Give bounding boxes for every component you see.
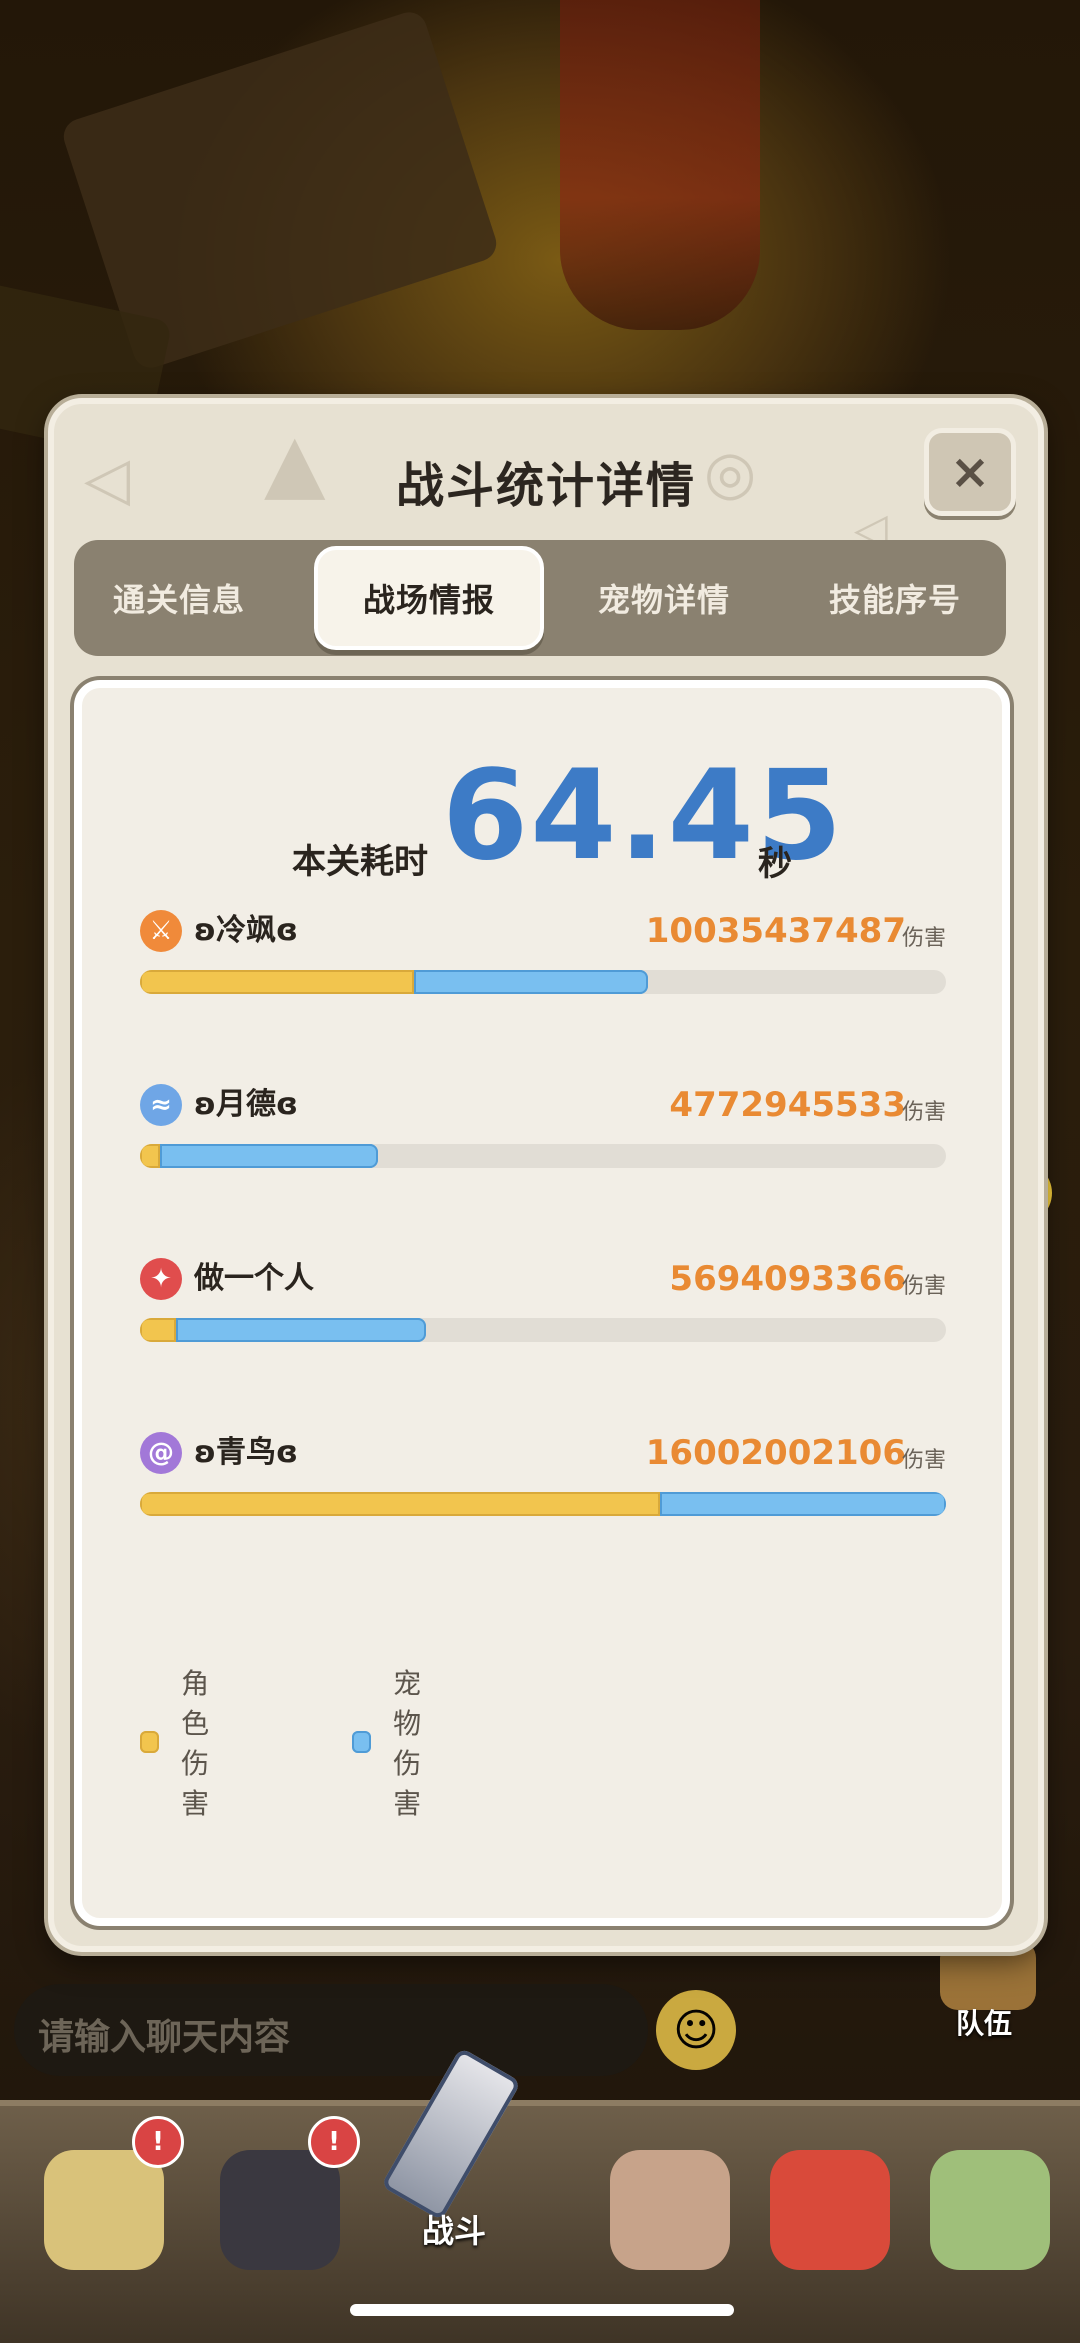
player-damage: 4772945533 bbox=[669, 1085, 906, 1125]
player-name: 做一个人 bbox=[194, 1261, 314, 1296]
stats-panel: 本关耗时 64.45 秒 ⚔ ʚ冷飒ɞ 10035437487 伤害 ≈ ʚ月德… bbox=[74, 680, 1010, 1926]
character-avatar bbox=[220, 2150, 340, 2270]
close-button[interactable]: × bbox=[924, 428, 1016, 516]
battle-stats-dialog: ◁ ▲ ◎ ◁ 战斗统计详情 × 通关信息 战场情报 宠物详情 技能序号 本关耗… bbox=[48, 398, 1044, 1952]
nav-battle-label: 战斗 bbox=[422, 2212, 487, 2250]
notification-badge: ! bbox=[132, 2116, 184, 2168]
damage-unit: 伤害 bbox=[901, 1274, 946, 1299]
damage-unit: 伤害 bbox=[901, 1100, 946, 1125]
pet-damage-bar bbox=[414, 970, 648, 994]
legend-pet-damage: 宠物伤害 bbox=[352, 1667, 444, 1820]
tab-battle-intel[interactable]: 战场情报 bbox=[314, 546, 544, 650]
role-damage-bar bbox=[140, 1318, 176, 1342]
player-row: @ ʚ青鸟ɞ 16002002106 伤害 bbox=[140, 1432, 946, 1552]
chat-input-placeholder: 请输入聊天内容 bbox=[38, 2017, 291, 2058]
player-row: ⚔ ʚ冷飒ɞ 10035437487 伤害 bbox=[140, 910, 946, 1030]
spiral-element-icon: @ bbox=[140, 1432, 182, 1474]
dialog-title: 战斗统计详情 bbox=[395, 458, 696, 514]
damage-bar bbox=[140, 1318, 946, 1342]
pet-damage-bar bbox=[176, 1318, 426, 1342]
pet-damage-bar bbox=[660, 1492, 946, 1516]
wind-element-icon: ≈ bbox=[140, 1084, 182, 1126]
team-label[interactable]: 队伍 bbox=[956, 2002, 1012, 2042]
background-curtain bbox=[560, 0, 760, 330]
smiley-icon: ☺ bbox=[673, 2004, 719, 2056]
role-damage-bar bbox=[140, 970, 414, 994]
player-name: ʚ月德ɞ bbox=[194, 1087, 298, 1122]
role-damage-bar bbox=[140, 1144, 160, 1168]
character-avatar bbox=[44, 2150, 164, 2270]
player-damage: 5694093366 bbox=[669, 1259, 906, 1299]
character-avatar bbox=[930, 2150, 1050, 2270]
legend-label: 角色伤害 bbox=[181, 1667, 210, 1820]
character-avatar bbox=[610, 2150, 730, 2270]
nav-character-3[interactable] bbox=[580, 2116, 760, 2306]
pet-damage-bar bbox=[160, 1144, 378, 1168]
player-damage: 10035437487 bbox=[645, 911, 906, 951]
notification-badge: ! bbox=[308, 2116, 360, 2168]
sword-element-icon: ⚔ bbox=[140, 910, 182, 952]
nav-character-2[interactable]: ! bbox=[190, 2116, 370, 2306]
nav-character-4[interactable] bbox=[740, 2116, 920, 2306]
legend-swatch bbox=[352, 1731, 372, 1753]
legend-label: 宠物伤害 bbox=[393, 1667, 422, 1820]
home-indicator[interactable] bbox=[350, 2304, 734, 2316]
sword-icon bbox=[380, 2047, 522, 2221]
emoji-button[interactable]: ☺ bbox=[656, 1990, 736, 2070]
damage-unit: 伤害 bbox=[901, 926, 946, 951]
player-name: ʚ青鸟ɞ bbox=[194, 1435, 298, 1470]
legend-swatch bbox=[140, 1731, 160, 1753]
fire-element-icon: ✦ bbox=[140, 1258, 182, 1300]
tab-skill-order[interactable]: 技能序号 bbox=[784, 540, 1006, 656]
chat-input[interactable]: 请输入聊天内容 bbox=[14, 1984, 648, 2076]
tab-clear-info[interactable]: 通关信息 bbox=[74, 540, 284, 656]
tab-bar: 通关信息 战场情报 宠物详情 技能序号 bbox=[74, 540, 1006, 656]
clear-time: 本关耗时 64.45 秒 bbox=[82, 744, 1002, 894]
player-row: ≈ ʚ月德ɞ 4772945533 伤害 bbox=[140, 1084, 946, 1204]
clear-time-label: 本关耗时 bbox=[292, 842, 428, 882]
nav-battle-button[interactable]: 战斗 bbox=[376, 2046, 536, 2250]
player-name: ʚ冷飒ɞ bbox=[194, 913, 298, 948]
damage-unit: 伤害 bbox=[901, 1448, 946, 1473]
player-damage: 16002002106 bbox=[645, 1433, 906, 1473]
nav-character-5[interactable] bbox=[900, 2116, 1080, 2306]
legend-role-damage: 角色伤害 bbox=[140, 1667, 232, 1820]
role-damage-bar bbox=[140, 1492, 660, 1516]
character-avatar bbox=[770, 2150, 890, 2270]
clear-time-unit: 秒 bbox=[758, 844, 792, 884]
tab-pet-details[interactable]: 宠物详情 bbox=[554, 540, 774, 656]
damage-bar bbox=[140, 1492, 946, 1516]
damage-bar bbox=[140, 1144, 946, 1168]
damage-bar bbox=[140, 970, 946, 994]
close-icon: × bbox=[949, 444, 991, 500]
nav-character-1[interactable]: ! bbox=[14, 2116, 194, 2306]
player-row: ✦ 做一个人 5694093366 伤害 bbox=[140, 1258, 946, 1378]
